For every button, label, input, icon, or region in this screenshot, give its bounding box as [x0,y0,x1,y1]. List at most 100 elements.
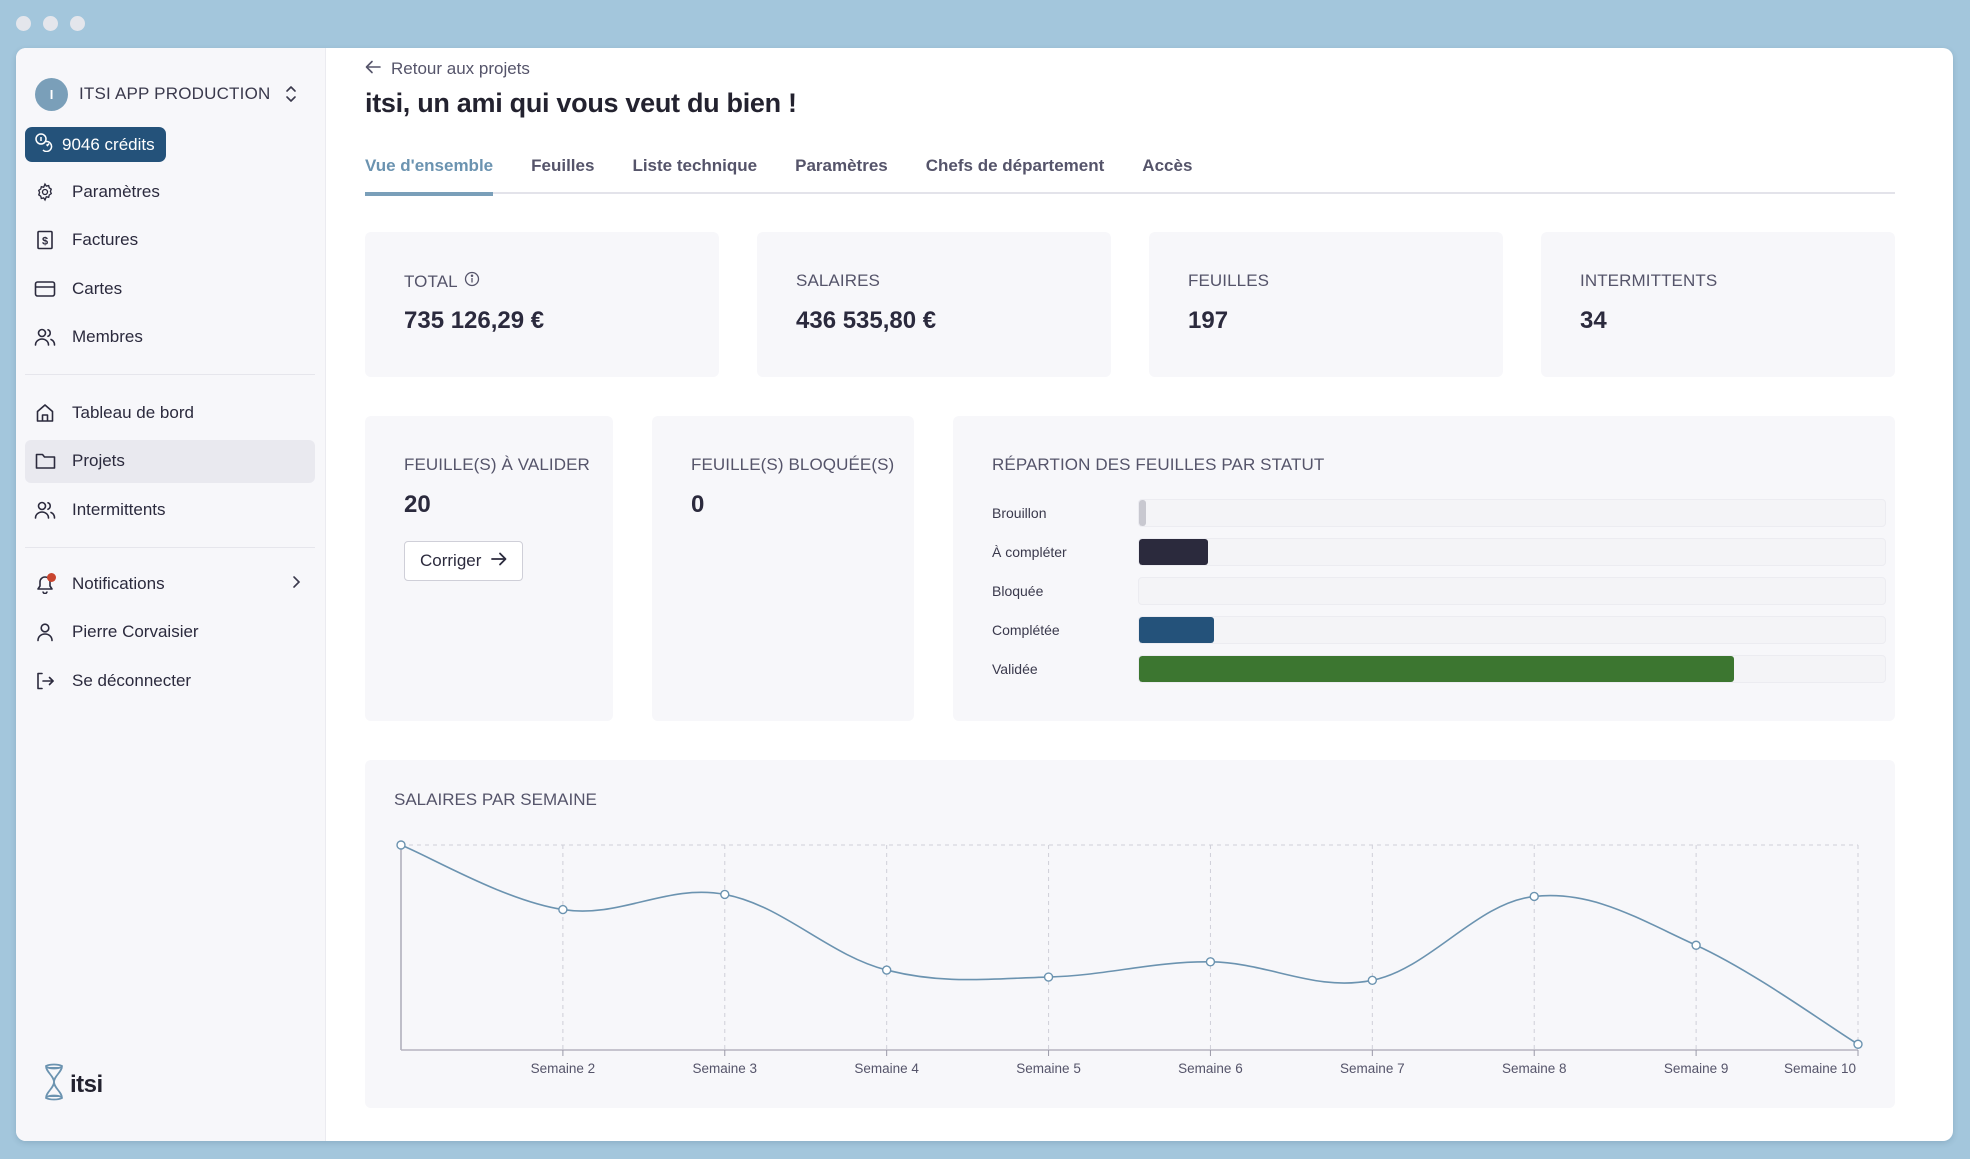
status-track [1138,576,1886,605]
status-bar-fill [1139,616,1215,643]
x-tick-label: Semaine 2 [531,1061,596,1076]
x-tick-label: Semaine 4 [854,1061,919,1076]
sidebar-item-label: Factures [72,230,139,249]
sidebar-item-label: Cartes [72,278,123,298]
status-row: À compléter [992,537,1886,566]
sidebar-item-label: Se déconnecter [72,670,192,690]
data-point [1367,975,1378,986]
chevron-up-down-icon[interactable] [281,83,301,105]
status-track [1138,498,1886,527]
status-bar-fill [1139,538,1208,565]
sidebar-item-label: Tableau de bord [72,402,194,422]
tab-vue-ensemble[interactable]: Vue d'ensemble [365,152,494,196]
brand-logo: itsi [42,1063,103,1106]
card-value: 0 [691,491,705,518]
info-icon[interactable] [464,271,480,292]
svg-text:$: $ [42,236,48,248]
minimize-window-button[interactable] [43,16,58,31]
sidebar-item-factures[interactable]: $ Factures [25,219,315,262]
status-label: Bloquée [992,582,1044,599]
close-window-button[interactable] [16,16,31,31]
stat-label: FEUILLES [1188,271,1270,290]
tab-bar: Vue d'ensemble Feuilles Liste technique … [365,152,1895,196]
sidebar-item-cartes[interactable]: Cartes [25,267,315,310]
maximize-window-button[interactable] [70,16,85,31]
x-tick-label: Semaine 10 [1784,1061,1856,1076]
bell-icon [34,572,56,595]
users-icon [34,326,56,348]
status-label: Brouillon [992,504,1047,521]
tab-chefs-departement[interactable]: Chefs de département [926,152,1105,194]
stat-value: 34 [1580,307,1607,334]
status-row: Validée [992,654,1886,683]
hourglass-logo-icon [42,1063,66,1106]
data-point [558,904,568,915]
sidebar-item-notifications[interactable]: Notifications [25,562,315,605]
sidebar-nav-user: Notifications Pierre Corvaisier Se décon… [25,562,315,708]
back-link[interactable]: Retour aux projets [365,59,530,79]
tab-liste-technique[interactable]: Liste technique [632,152,757,194]
series-line-salaires [400,844,1859,1045]
user-icon [34,621,56,643]
status-bar-fill [1139,499,1147,526]
sidebar-divider [25,374,315,375]
status-track [1138,537,1886,566]
sidebar-nav-account: Paramètres $ Factures Cartes Membres [25,170,315,364]
x-tick-label: Semaine 8 [1502,1061,1567,1076]
card-to-validate: FEUILLE(S) À VALIDER 20 Corriger [365,416,613,721]
x-tick-label: Semaine 6 [1178,1061,1243,1076]
stat-label: TOTAL [404,271,458,291]
app-window: I ITSI APP PRODUCTION 9046 crédits Param… [16,48,1953,1141]
sidebar-item-intermittents[interactable]: Intermittents [25,488,315,531]
org-switcher[interactable]: I ITSI APP PRODUCTION [35,74,313,114]
stat-card-total: TOTAL 735 126,29 € [365,232,719,377]
notification-badge [47,572,56,582]
tab-acces[interactable]: Accès [1142,152,1192,194]
org-name: ITSI APP PRODUCTION [79,84,271,103]
status-bar-fill [1139,655,1734,682]
sidebar-item-tableau-de-bord[interactable]: Tableau de bord [25,391,315,434]
stat-card-feuilles: FEUILLES 197 [1149,232,1503,377]
sidebar-item-label: Projets [72,451,125,470]
sidebar: I ITSI APP PRODUCTION 9046 crédits Param… [16,48,326,1141]
stat-value: 735 126,29 € [404,307,545,334]
data-point [720,889,730,900]
x-tick-label: Semaine 9 [1664,1061,1729,1076]
window-controls [16,16,85,31]
sidebar-item-parametres[interactable]: Paramètres [25,170,315,213]
back-label: Retour aux projets [391,59,530,78]
status-label: Validée [992,660,1038,677]
data-point [1529,891,1539,902]
status-label: À compléter [992,543,1067,560]
credits-badge[interactable]: 9046 crédits [25,127,166,162]
sidebar-item-membres[interactable]: Membres [25,316,315,359]
x-tick-label: Semaine 7 [1340,1061,1405,1076]
tab-feuilles[interactable]: Feuilles [531,152,594,194]
data-point [881,965,892,975]
status-row: Bloquée [992,576,1886,605]
tab-parametres[interactable]: Paramètres [795,152,888,194]
sidebar-item-logout[interactable]: Se déconnecter [25,659,315,702]
sidebar-item-profile[interactable]: Pierre Corvaisier [25,611,315,654]
status-label: Complétée [992,621,1060,638]
card-label: FEUILLE(S) À VALIDER [404,455,590,474]
sidebar-item-label: Intermittents [72,499,166,519]
card-icon [34,278,56,300]
sidebar-item-projets[interactable]: Projets [25,439,315,483]
data-point [1043,972,1054,982]
card-status-breakdown: RÉPARTION DES FEUILLES PAR STATUT Brouil… [953,416,1895,721]
data-point [1853,1039,1863,1049]
gear-icon [34,181,56,203]
arrow-right-icon [491,551,507,571]
users-icon [34,499,56,521]
card-label: RÉPARTION DES FEUILLES PAR STATUT [992,455,1325,474]
card-blocked: FEUILLE(S) BLOQUÉE(S) 0 [652,416,914,721]
main-content: Retour aux projets itsi, un ami qui vous… [326,48,1934,1141]
status-row: Brouillon [992,498,1886,527]
data-point [1205,957,1216,967]
status-track [1138,615,1886,644]
corriger-label: Corriger [420,551,482,570]
x-tick-label: Semaine 3 [693,1061,758,1076]
card-label: FEUILLE(S) BLOQUÉE(S) [691,455,895,474]
corriger-button[interactable]: Corriger [404,541,524,581]
